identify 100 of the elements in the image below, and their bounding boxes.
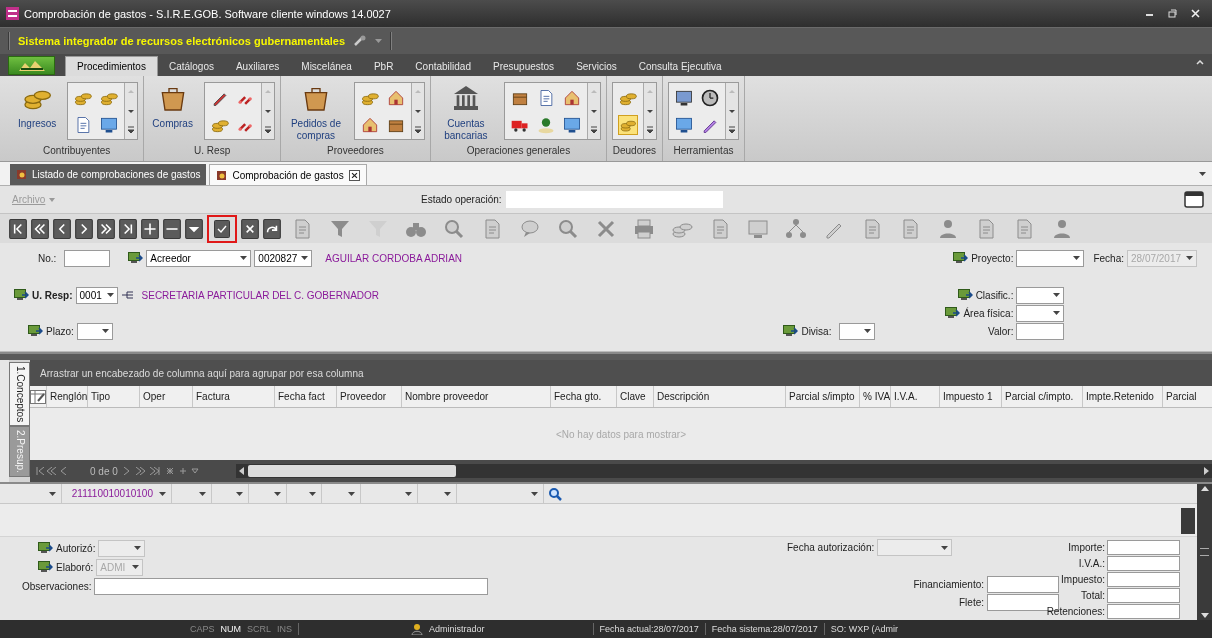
caret-icon[interactable] [348, 491, 355, 496]
wrench-icon[interactable] [353, 35, 368, 47]
restore-icon[interactable] [1168, 9, 1177, 18]
text-field[interactable] [1016, 322, 1065, 340]
last-record-button[interactable] [119, 218, 137, 239]
monitor-icon[interactable] [945, 307, 961, 319]
column-header[interactable]: % IVA [860, 386, 891, 407]
dropdown[interactable] [76, 322, 113, 340]
monitor-icon[interactable] [14, 289, 29, 301]
ribbon-button[interactable]: Cuentas bancarias [435, 80, 496, 142]
column-header[interactable]: Parcial [1163, 386, 1212, 407]
text-field[interactable] [1107, 571, 1180, 587]
column-header[interactable]: Parcial c/impto. [1002, 386, 1083, 407]
caret-icon[interactable] [1053, 293, 1061, 297]
caret-icon[interactable] [236, 491, 243, 496]
dropdown[interactable]: 0020827 [254, 249, 313, 267]
ribbon-tab[interactable]: PbR [362, 56, 405, 76]
column-header[interactable]: Fecha fact [275, 386, 337, 407]
ribbon-tab[interactable]: Procedimientos [65, 56, 158, 76]
monitor-icon[interactable] [953, 252, 969, 264]
coins-icon[interactable] [617, 114, 638, 135]
caret-icon[interactable] [309, 491, 316, 496]
first-record-button[interactable] [9, 218, 27, 239]
column-chooser-icon[interactable] [30, 389, 46, 404]
document-tab[interactable]: Comprobación de gastos [209, 164, 367, 185]
caret-icon[interactable] [444, 491, 451, 496]
ribbon-tab[interactable]: Consulta Ejecutiva [627, 56, 733, 76]
document-tab[interactable]: Listado de comprobaciones de gastos [10, 164, 207, 185]
ribbon-tab[interactable]: Contabilidad [404, 56, 482, 76]
caret-icon[interactable] [106, 293, 114, 297]
column-header[interactable]: I.V.A. [891, 386, 940, 407]
remove-button[interactable] [163, 218, 181, 239]
column-header[interactable]: Nombre proveedor [402, 386, 551, 407]
monitor-icon[interactable] [783, 325, 799, 337]
text-field[interactable] [1107, 539, 1180, 555]
dropdown[interactable]: 211110010010100 [62, 484, 172, 503]
column-header[interactable]: Impuesto 1 [940, 386, 1002, 407]
monitor-icon[interactable] [38, 542, 53, 554]
caret-icon[interactable] [159, 491, 166, 496]
column-header[interactable]: Fecha gto. [551, 386, 617, 407]
text-field[interactable] [64, 249, 111, 267]
side-tab[interactable]: 1.Conceptos [9, 362, 30, 427]
confirm-button[interactable] [207, 214, 237, 243]
ribbon-tab[interactable]: Auxiliares [224, 56, 291, 76]
dropdown[interactable]: Acreedor [146, 249, 252, 267]
column-header[interactable]: Tipo [88, 386, 140, 407]
search-icon[interactable] [548, 486, 562, 501]
previous-page-button[interactable] [31, 218, 49, 239]
previous-record-button[interactable] [53, 218, 71, 239]
monitor-icon[interactable] [957, 289, 973, 301]
add-button[interactable] [141, 218, 159, 239]
redo-button[interactable] [263, 218, 281, 239]
caret-icon[interactable] [199, 491, 206, 496]
column-header[interactable]: Descripción [654, 386, 786, 407]
caret-icon[interactable] [1073, 256, 1081, 260]
ribbon-tab[interactable]: Servicios [565, 56, 628, 76]
text-field[interactable] [1107, 603, 1180, 619]
column-header[interactable]: Impte.Retenido [1083, 386, 1163, 407]
dropdown-button[interactable] [185, 218, 203, 239]
caret-icon[interactable] [101, 329, 109, 333]
monitor-icon[interactable] [28, 325, 43, 337]
next-record-button[interactable] [75, 218, 93, 239]
caret-icon[interactable] [1053, 311, 1061, 315]
column-header[interactable]: Factura [193, 386, 275, 407]
caret-icon[interactable] [531, 491, 538, 496]
ribbon-button[interactable]: Ingresos [15, 80, 60, 130]
ribbon-tab[interactable]: Presupuestos [481, 56, 566, 76]
text-field[interactable] [987, 575, 1059, 593]
clock-icon[interactable] [699, 87, 720, 108]
column-header[interactable]: Oper [140, 386, 193, 407]
collapse-icon[interactable] [1196, 59, 1204, 65]
text-field[interactable] [1107, 555, 1180, 571]
monitor-icon[interactable] [128, 252, 144, 264]
close-icon[interactable] [348, 169, 360, 181]
caret-icon[interactable] [1199, 171, 1206, 176]
caret-icon[interactable] [240, 256, 248, 260]
window-icon[interactable] [1184, 191, 1204, 208]
caret-icon[interactable] [301, 256, 309, 260]
next-page-button[interactable] [97, 218, 115, 239]
dropdown[interactable] [839, 322, 876, 340]
monitor-icon[interactable] [38, 561, 53, 573]
column-header[interactable]: Clave [617, 386, 654, 407]
caret-icon[interactable] [49, 491, 56, 496]
caret-icon[interactable] [405, 491, 412, 496]
column-header[interactable]: Renglón [47, 386, 88, 407]
ribbon-tab[interactable]: Catálogos [157, 56, 225, 76]
caret-icon[interactable] [864, 329, 872, 333]
caret-icon[interactable] [274, 491, 281, 496]
column-header[interactable]: Parcial s/impto [786, 386, 860, 407]
text-field[interactable] [94, 577, 489, 595]
app-menu-button[interactable] [8, 55, 55, 75]
status-field[interactable] [505, 191, 723, 208]
column-header[interactable]: Proveedor [337, 386, 402, 407]
tree-icon[interactable] [120, 290, 135, 300]
ribbon-button[interactable]: Pedidos de compras [285, 80, 346, 142]
ribbon-button[interactable]: Compras [149, 80, 196, 130]
pager-forward-icon[interactable] [121, 467, 202, 475]
dropdown[interactable]: 0001 [75, 286, 118, 304]
ribbon-tab[interactable]: Miscelánea [290, 56, 363, 76]
cancel-button[interactable] [241, 218, 259, 239]
